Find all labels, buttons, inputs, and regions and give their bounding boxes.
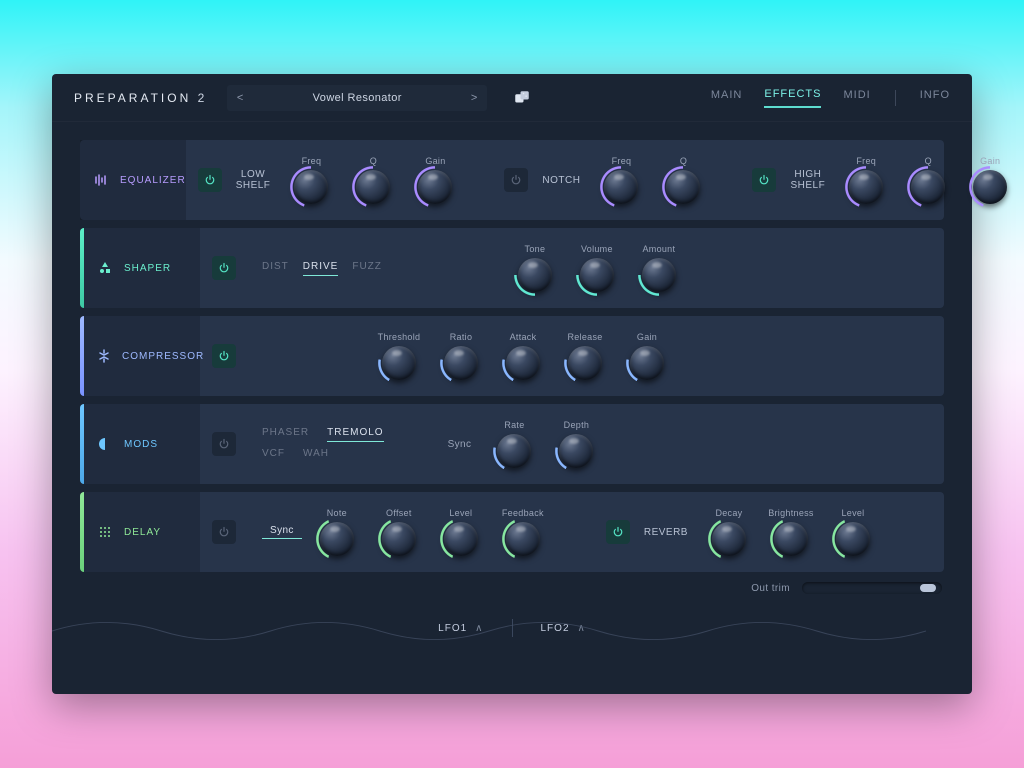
row-title: COMPRESSOR xyxy=(122,351,204,362)
row-tag-shaper[interactable]: SHAPER xyxy=(84,228,200,308)
high-shelf-label: HIGH SHELF xyxy=(784,169,831,191)
out-trim-row: Out trim xyxy=(52,572,972,594)
tab-info[interactable]: INFO xyxy=(920,89,950,107)
tab-effects[interactable]: EFFECTS xyxy=(764,88,821,108)
nav-tabs: MAIN EFFECTS MIDI INFO xyxy=(711,88,950,108)
compressor-attack-knob[interactable] xyxy=(506,346,540,380)
compressor-gain-knob[interactable] xyxy=(630,346,664,380)
nav-separator xyxy=(895,90,896,106)
tab-main[interactable]: MAIN xyxy=(711,89,743,107)
row-title: SHAPER xyxy=(124,263,171,274)
notch-freq-knob[interactable] xyxy=(604,170,638,204)
reverb-label: REVERB xyxy=(638,527,694,538)
high-shelf-power-button[interactable] xyxy=(752,168,776,192)
delay-sync-toggle[interactable]: Sync xyxy=(262,525,302,539)
high-shelf-freq-knob[interactable] xyxy=(849,170,883,204)
preset-next-button[interactable]: > xyxy=(461,92,487,104)
out-trim-label: Out trim xyxy=(751,583,790,594)
shaper-mode-drive[interactable]: DRIVE xyxy=(303,261,339,276)
randomize-button[interactable] xyxy=(513,89,531,107)
row-title: MODS xyxy=(124,439,158,450)
equalizer-icon xyxy=(92,172,110,188)
low-shelf-gain-knob[interactable] xyxy=(418,170,452,204)
topbar: PREPARATION 2 < Vowel Resonator > MAIN E… xyxy=(52,74,972,122)
delay-note-knob[interactable] xyxy=(320,522,354,556)
low-shelf-label: LOW SHELF xyxy=(230,169,277,191)
brand: PREPARATION 2 xyxy=(74,91,207,105)
row-title: EQUALIZER xyxy=(120,175,186,186)
row-delay: DELAY Sync Note Offset Level Feedback RE… xyxy=(80,492,944,572)
delay-feedback-knob[interactable] xyxy=(506,522,540,556)
mods-mode-tremolo[interactable]: TREMOLO xyxy=(327,427,383,442)
mods-icon xyxy=(96,436,114,452)
shaper-amount-knob[interactable] xyxy=(642,258,676,292)
reverb-decay-knob[interactable] xyxy=(712,522,746,556)
delay-offset-knob[interactable] xyxy=(382,522,416,556)
row-tag-compressor[interactable]: COMPRESSOR xyxy=(84,316,200,396)
row-equalizer: EQUALIZER LOW SHELF Freq Q Gain NOTCH Fr… xyxy=(80,140,944,220)
effect-rows: EQUALIZER LOW SHELF Freq Q Gain NOTCH Fr… xyxy=(52,122,972,572)
mods-mode-vcf[interactable]: VCF xyxy=(262,448,285,462)
mods-power-button[interactable] xyxy=(212,432,236,456)
out-trim-slider[interactable] xyxy=(802,582,942,594)
row-mods: MODS PHASER TREMOLO VCF WAH Sync xyxy=(80,404,944,484)
shaper-icon xyxy=(96,260,114,276)
shaper-mode-fuzz[interactable]: FUZZ xyxy=(352,261,382,275)
reverb-level-knob[interactable] xyxy=(836,522,870,556)
low-shelf-power-button[interactable] xyxy=(198,168,222,192)
delay-level-knob[interactable] xyxy=(444,522,478,556)
reverb-power-button[interactable] xyxy=(606,520,630,544)
delay-icon xyxy=(96,524,114,540)
shaper-mode-options: DIST DRIVE FUZZ xyxy=(262,261,382,276)
compressor-ratio-knob[interactable] xyxy=(444,346,478,380)
high-shelf-q-knob[interactable] xyxy=(911,170,945,204)
brand-name: PREPARATION xyxy=(74,91,191,105)
shaper-mode-dist[interactable]: DIST xyxy=(262,261,289,275)
row-shaper: SHAPER DIST DRIVE FUZZ Tone Volume Amoun… xyxy=(80,228,944,308)
shaper-tone-knob[interactable] xyxy=(518,258,552,292)
tab-midi[interactable]: MIDI xyxy=(843,89,870,107)
slider-thumb[interactable] xyxy=(920,584,936,592)
mods-mode-wah[interactable]: WAH xyxy=(303,448,329,462)
lfo-wave-background xyxy=(52,612,926,650)
mods-depth-knob[interactable] xyxy=(559,434,593,468)
compressor-icon xyxy=(96,348,112,364)
compressor-threshold-knob[interactable] xyxy=(382,346,416,380)
brand-version: 2 xyxy=(198,91,208,105)
lfo-footer: LFO1 ∧ LFO2 ∧ xyxy=(52,600,972,656)
compressor-power-button[interactable] xyxy=(212,344,236,368)
compressor-release-knob[interactable] xyxy=(568,346,602,380)
shaper-volume-knob[interactable] xyxy=(580,258,614,292)
preset-name[interactable]: Vowel Resonator xyxy=(253,92,461,104)
notch-q-knob[interactable] xyxy=(666,170,700,204)
notch-label: NOTCH xyxy=(536,175,586,186)
notch-power-button[interactable] xyxy=(504,168,528,192)
mods-rate-knob[interactable] xyxy=(497,434,531,468)
low-shelf-freq-knob[interactable] xyxy=(294,170,328,204)
plugin-window: PREPARATION 2 < Vowel Resonator > MAIN E… xyxy=(52,74,972,694)
mods-sync-toggle[interactable]: Sync xyxy=(440,439,480,450)
row-tag-mods[interactable]: MODS xyxy=(84,404,200,484)
high-shelf-gain-knob[interactable] xyxy=(973,170,1007,204)
row-tag-delay[interactable]: DELAY xyxy=(84,492,200,572)
reverb-brightness-knob[interactable] xyxy=(774,522,808,556)
preset-prev-button[interactable]: < xyxy=(227,92,253,104)
low-shelf-q-knob[interactable] xyxy=(356,170,390,204)
preset-selector: < Vowel Resonator > xyxy=(227,85,487,111)
mods-mode-options: PHASER TREMOLO VCF WAH xyxy=(262,427,384,462)
delay-power-button[interactable] xyxy=(212,520,236,544)
mods-mode-phaser[interactable]: PHASER xyxy=(262,427,309,442)
row-title: DELAY xyxy=(124,527,161,538)
row-tag-equalizer[interactable]: EQUALIZER xyxy=(80,140,186,220)
row-compressor: COMPRESSOR Threshold Ratio Attack Releas… xyxy=(80,316,944,396)
shaper-power-button[interactable] xyxy=(212,256,236,280)
